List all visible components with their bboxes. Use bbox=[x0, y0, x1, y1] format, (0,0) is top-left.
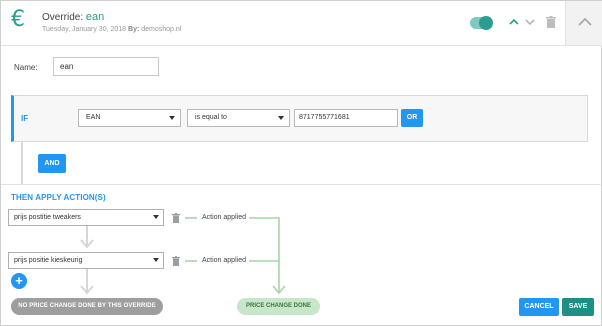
caret-down-icon bbox=[153, 258, 159, 262]
action-select-value: prijs positie kieskeurig bbox=[14, 257, 83, 264]
add-action-button[interactable]: + bbox=[11, 273, 27, 289]
action-select-value: prijs postitie tweakers bbox=[14, 214, 81, 221]
action-status-2: Action applied bbox=[202, 257, 246, 264]
caret-down-icon bbox=[153, 215, 159, 219]
action-flow-lines bbox=[80, 217, 286, 295]
flow-line-green-1 bbox=[249, 217, 280, 292]
delete-action-icon[interactable] bbox=[172, 213, 180, 223]
override-panel: € Override: ean Tuesday, January 30, 201… bbox=[0, 0, 602, 326]
no-price-change-badge: NO PRICE CHANGE DONE BY THIS OVERRIDE bbox=[11, 298, 163, 315]
price-change-badge: PRICE CHANGE DONE bbox=[237, 298, 320, 315]
action-status-1: Action applied bbox=[202, 214, 246, 221]
action-select-1[interactable]: prijs postitie tweakers bbox=[8, 209, 164, 226]
save-button[interactable]: SAVE bbox=[562, 298, 594, 316]
action-select-2[interactable]: prijs positie kieskeurig bbox=[8, 252, 164, 269]
delete-action-icon[interactable] bbox=[172, 256, 180, 266]
cancel-button[interactable]: CANCEL bbox=[519, 298, 559, 316]
